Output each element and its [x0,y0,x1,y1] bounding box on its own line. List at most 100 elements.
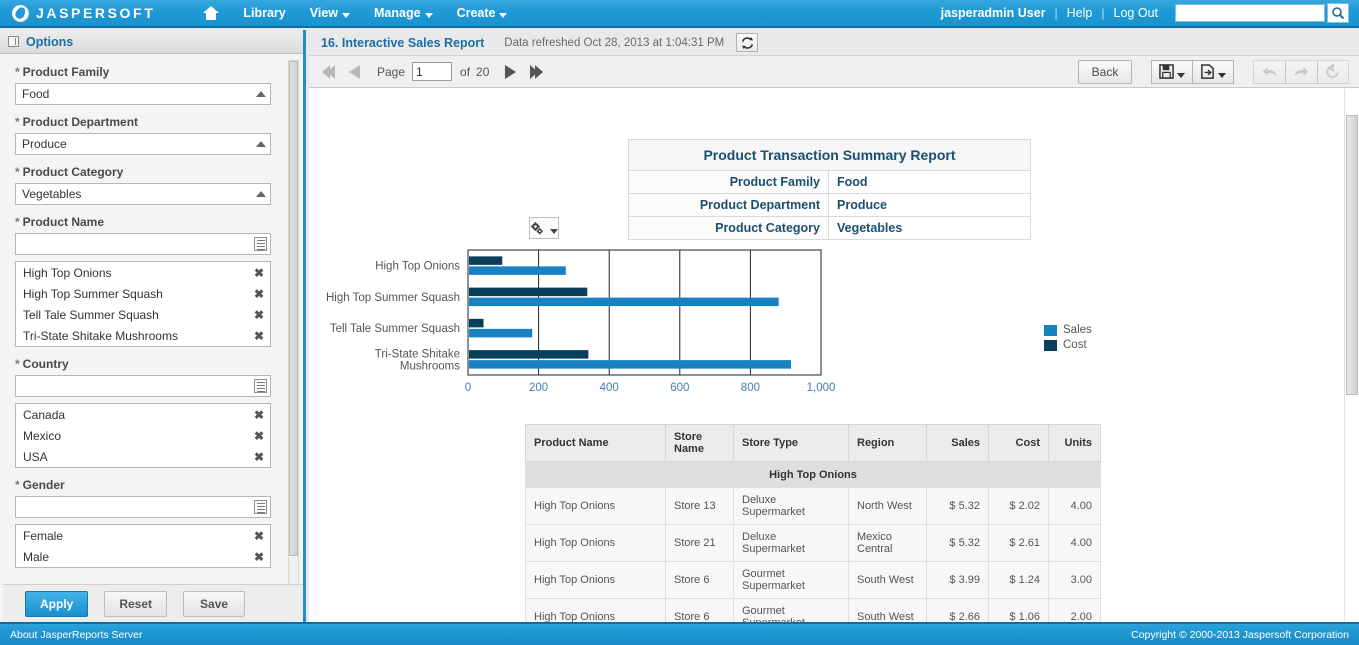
list-picker-icon[interactable] [254,237,267,251]
cell-product: High Top Onions [525,487,666,525]
list-item[interactable]: Tri-State Shitake Mushrooms ✖ [16,325,270,346]
current-user[interactable]: jasperadmin User [932,6,1055,20]
table-row[interactable]: High Top Onions Store 13 Deluxe Supermar… [525,487,1101,525]
help-link[interactable]: Help [1058,6,1102,20]
svg-text:200: 200 [529,382,548,394]
table-row[interactable]: High Top Onions Store 21 Deluxe Supermar… [525,524,1101,562]
list-item[interactable]: Male ✖ [16,546,270,567]
list-item[interactable]: Tell Tale Summer Squash ✖ [16,304,270,325]
remove-chip-icon[interactable]: ✖ [254,288,264,300]
column-header-store-type[interactable]: Store Type [733,424,849,462]
page-number-input[interactable] [412,62,453,81]
report-scrollbar[interactable] [1344,89,1359,622]
remove-chip-icon[interactable]: ✖ [254,330,264,342]
list-picker-icon[interactable] [254,379,267,393]
list-item[interactable]: Canada ✖ [16,404,270,425]
undo-button[interactable] [1253,59,1286,84]
svg-text:Mushrooms: Mushrooms [400,360,460,372]
country-input-wrap[interactable] [15,375,271,397]
cell-sales: $ 5.32 [926,487,989,525]
collapse-panel-icon[interactable] [8,36,19,47]
redo-button[interactable] [1285,59,1318,84]
report-scrollbar-thumb[interactable] [1346,115,1358,395]
column-header-product-name[interactable]: Product Name [525,424,666,462]
summary-value: Food [828,170,1031,194]
search-input[interactable] [1175,4,1325,22]
product-name-input[interactable] [22,236,254,252]
options-scrollbar[interactable] [288,60,299,590]
toolbar-right-group: Back [1078,59,1349,84]
reset-button[interactable]: Reset [104,590,168,617]
redo-icon [1294,66,1309,77]
required-marker: * [15,478,20,492]
save-button[interactable]: Save [183,590,246,617]
cell-region: North West [848,487,927,525]
remove-chip-icon[interactable]: ✖ [254,409,264,421]
jaspersoft-logo[interactable]: JASPERSOFT [12,4,156,22]
product-category-label: * Product Category [15,165,124,179]
column-header-store-name[interactable]: Store Name [665,424,734,462]
list-item[interactable]: High Top Summer Squash ✖ [16,283,270,304]
summary-table: Product Transaction Summary Report Produ… [628,139,1031,240]
nav-manage[interactable]: Manage [362,2,445,24]
product-name-input-wrap[interactable] [15,233,271,255]
home-icon [203,6,220,20]
list-item[interactable]: High Top Onions ✖ [16,262,270,283]
remove-chip-icon[interactable]: ✖ [254,530,264,542]
table-row[interactable]: High Top Onions Store 6 Gourmet Supermar… [525,561,1101,599]
product-department-select[interactable]: Produce [15,133,271,155]
country-input[interactable] [22,378,254,394]
options-form: * Product Family Food * Product Department… [3,55,296,597]
next-page-button[interactable] [499,61,521,83]
about-link[interactable]: About JasperReports Server [10,629,142,641]
undo-icon [1262,66,1277,77]
gender-chip-list: Female ✖ Male ✖ [15,524,271,568]
svg-text:1,000: 1,000 [807,382,836,394]
remove-chip-icon[interactable]: ✖ [254,309,264,321]
remove-chip-icon[interactable]: ✖ [254,551,264,563]
back-button[interactable]: Back [1078,59,1132,84]
cell-store: Store 6 [665,598,734,622]
product-category-select[interactable]: Vegetables [15,183,271,205]
report-canvas: Product Transaction Summary Report Produ… [309,89,1341,622]
cell-cost: $ 2.02 [988,487,1049,525]
options-panel-title: Options [26,34,74,49]
summary-title: Product Transaction Summary Report [628,139,1031,171]
remove-chip-icon[interactable]: ✖ [254,451,264,463]
previous-page-button[interactable] [343,61,365,83]
refresh-button[interactable] [736,33,759,52]
product-family-select[interactable]: Food [15,83,271,105]
sales-cost-bar-chart: High Top Onions High Top Summer Squash Tel… [309,244,1341,394]
export-report-button[interactable] [1192,59,1234,84]
chart-options-button[interactable] [529,217,559,239]
gender-input-wrap[interactable] [15,496,271,518]
brand-name: JASPERSOFT [36,5,156,21]
remove-chip-icon[interactable]: ✖ [254,267,264,279]
column-header-region[interactable]: Region [848,424,927,462]
list-picker-icon[interactable] [254,500,267,514]
column-header-units[interactable]: Units [1048,424,1101,462]
apply-button[interactable]: Apply [25,590,89,617]
search-button[interactable] [1327,3,1349,23]
remove-chip-icon[interactable]: ✖ [254,430,264,442]
revert-button[interactable] [1317,59,1349,84]
list-item[interactable]: Female ✖ [16,525,270,546]
table-row[interactable]: High Top Onions Store 6 Gourmet Supermar… [525,598,1101,622]
logout-link[interactable]: Log Out [1105,6,1167,20]
nav-home[interactable] [191,2,231,24]
save-report-button[interactable] [1151,59,1193,84]
column-header-sales[interactable]: Sales [926,424,989,462]
last-page-button[interactable] [525,61,547,83]
nav-create[interactable]: Create [445,2,520,24]
list-item[interactable]: USA ✖ [16,446,270,467]
chevron-down-icon [1218,72,1226,78]
product-department-value: Produce [22,137,67,151]
nav-library[interactable]: Library [231,2,297,24]
column-header-cost[interactable]: Cost [988,424,1049,462]
gender-input[interactable] [22,499,254,515]
first-page-button[interactable] [317,61,339,83]
list-item[interactable]: Mexico ✖ [16,425,270,446]
cell-cost: $ 1.24 [988,561,1049,599]
nav-view[interactable]: View [298,2,362,24]
options-scrollbar-thumb[interactable] [289,61,298,556]
